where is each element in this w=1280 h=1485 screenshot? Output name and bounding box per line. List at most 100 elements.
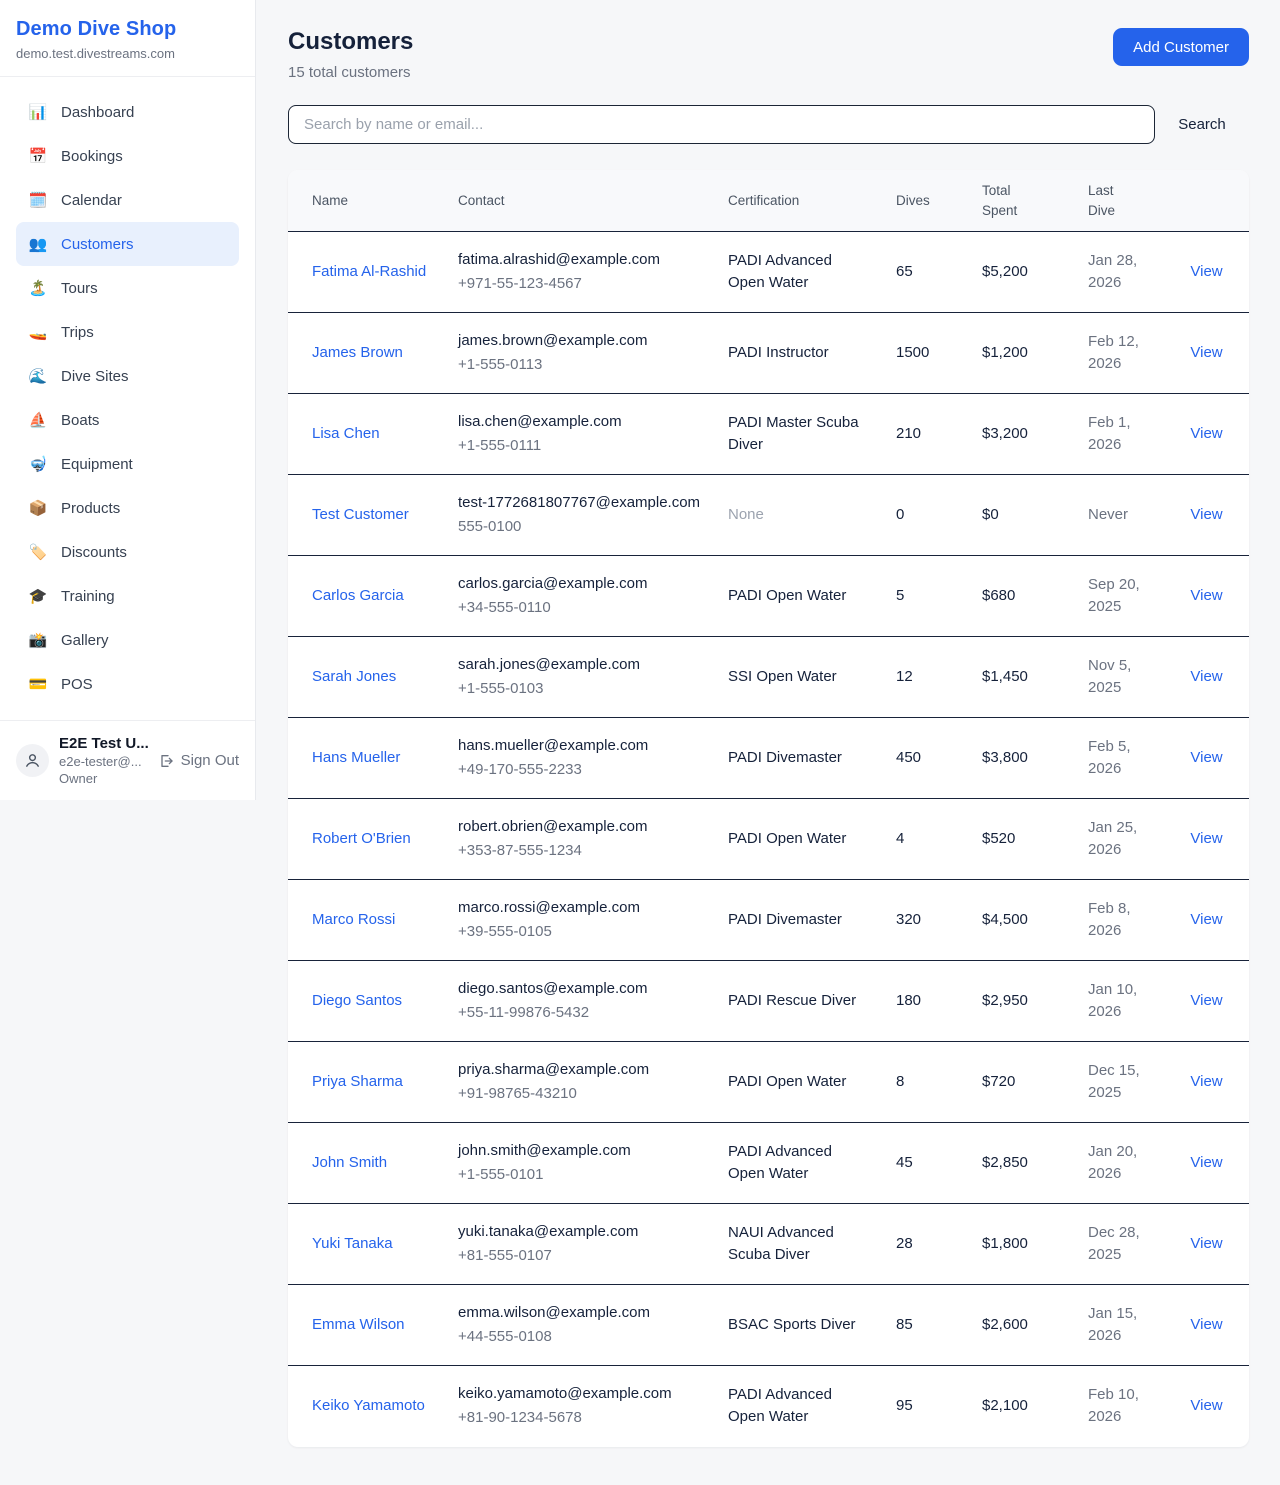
page-title: Customers: [288, 28, 413, 56]
equipment-icon: 🤿: [28, 455, 48, 473]
table-row: James Brown james.brown@example.com +1-5…: [288, 313, 1249, 394]
sidebar-item-equipment[interactable]: 🤿 Equipment: [16, 442, 239, 486]
customer-dives: 95: [884, 1366, 970, 1447]
sidebar-item-calendar[interactable]: 🗓️ Calendar: [16, 178, 239, 222]
customer-dives: 180: [884, 961, 970, 1042]
customer-name-link[interactable]: Robert O'Brien: [312, 830, 411, 847]
customers-icon: 👥: [28, 235, 48, 253]
sidebar-header: Demo Dive Shop demo.test.divestreams.com: [0, 0, 255, 77]
user-meta: E2E Test U... e2e-tester@... Owner: [59, 735, 148, 786]
sidebar-item-label: Boats: [61, 412, 99, 429]
view-link[interactable]: View: [1190, 587, 1222, 604]
view-link[interactable]: View: [1190, 344, 1222, 361]
customer-name-link[interactable]: John Smith: [312, 1154, 387, 1171]
search-button[interactable]: Search: [1155, 116, 1249, 133]
customer-name-link[interactable]: Fatima Al-Rashid: [312, 263, 426, 280]
search-bar: Search: [288, 105, 1249, 144]
sidebar-item-trips[interactable]: 🚤 Trips: [16, 310, 239, 354]
customer-certification: PADI Divemaster: [716, 880, 884, 961]
customer-email: emma.wilson@example.com: [458, 1302, 704, 1325]
customer-name-link[interactable]: Keiko Yamamoto: [312, 1397, 425, 1414]
sidebar-item-boats[interactable]: ⛵ Boats: [16, 398, 239, 442]
customer-phone: +55-11-99876-5432: [458, 1002, 704, 1025]
column-header-certification: Certification: [716, 170, 884, 232]
view-link[interactable]: View: [1190, 668, 1222, 685]
column-header-last-dive: Last Dive: [1076, 170, 1164, 232]
customer-email: marco.rossi@example.com: [458, 897, 704, 920]
customer-total-spent: $1,200: [970, 313, 1076, 394]
sidebar-item-training[interactable]: 🎓 Training: [16, 574, 239, 618]
customer-name-link[interactable]: Hans Mueller: [312, 749, 400, 766]
customer-total-spent: $0: [970, 475, 1076, 556]
customer-name-link[interactable]: Diego Santos: [312, 992, 402, 1009]
add-customer-button[interactable]: Add Customer: [1113, 28, 1249, 66]
customer-phone: +353-87-555-1234: [458, 840, 704, 863]
sidebar-item-tours[interactable]: 🏝️ Tours: [16, 266, 239, 310]
customer-name-link[interactable]: James Brown: [312, 344, 403, 361]
view-link[interactable]: View: [1190, 263, 1222, 280]
sidebar-item-dive-sites[interactable]: 🌊 Dive Sites: [16, 354, 239, 398]
sign-out-label: Sign Out: [181, 752, 239, 769]
customer-name-link[interactable]: Marco Rossi: [312, 911, 395, 928]
view-link[interactable]: View: [1190, 506, 1222, 523]
view-link[interactable]: View: [1190, 1073, 1222, 1090]
customer-dives: 210: [884, 394, 970, 475]
customer-certification: PADI Advanced Open Water: [716, 1123, 884, 1204]
customer-name-link[interactable]: Test Customer: [312, 506, 409, 523]
customer-name-link[interactable]: Carlos Garcia: [312, 587, 404, 604]
customer-total-spent: $720: [970, 1042, 1076, 1123]
gallery-icon: 📸: [28, 631, 48, 649]
customer-total-spent: $1,450: [970, 637, 1076, 718]
customer-certification: PADI Advanced Open Water: [716, 232, 884, 313]
customer-name-link[interactable]: Lisa Chen: [312, 425, 380, 442]
table-row: Lisa Chen lisa.chen@example.com +1-555-0…: [288, 394, 1249, 475]
sidebar-item-bookings[interactable]: 📅 Bookings: [16, 134, 239, 178]
customer-total-spent: $3,800: [970, 718, 1076, 799]
customer-email: james.brown@example.com: [458, 330, 704, 353]
customers-table-card: Name Contact Certification Dives Total S…: [288, 170, 1249, 1447]
view-link[interactable]: View: [1190, 1154, 1222, 1171]
search-input[interactable]: [288, 105, 1155, 144]
view-link[interactable]: View: [1190, 911, 1222, 928]
sidebar-item-discounts[interactable]: 🏷️ Discounts: [16, 530, 239, 574]
view-link[interactable]: View: [1190, 830, 1222, 847]
customer-dives: 45: [884, 1123, 970, 1204]
customer-last-dive: Feb 12, 2026: [1076, 313, 1164, 394]
customer-certification: PADI Open Water: [716, 556, 884, 637]
customer-name-link[interactable]: Sarah Jones: [312, 668, 396, 685]
table-row: Fatima Al-Rashid fatima.alrashid@example…: [288, 232, 1249, 313]
sidebar-item-gallery[interactable]: 📸 Gallery: [16, 618, 239, 662]
customer-dives: 0: [884, 475, 970, 556]
customer-name-link[interactable]: Priya Sharma: [312, 1073, 403, 1090]
customer-certification: None: [716, 475, 884, 556]
calendar-icon: 🗓️: [28, 191, 48, 209]
customer-phone: +49-170-555-2233: [458, 759, 704, 782]
sidebar-item-dashboard[interactable]: 📊 Dashboard: [16, 90, 239, 134]
sidebar-item-label: Products: [61, 500, 120, 517]
customer-phone: +81-90-1234-5678: [458, 1407, 704, 1430]
view-link[interactable]: View: [1190, 1397, 1222, 1414]
view-link[interactable]: View: [1190, 1316, 1222, 1333]
customer-total-spent: $2,950: [970, 961, 1076, 1042]
sidebar-item-pos[interactable]: 💳 POS: [16, 662, 239, 706]
customer-certification: NAUI Advanced Scuba Diver: [716, 1204, 884, 1285]
customer-count: 15 total customers: [288, 64, 413, 81]
column-header-contact: Contact: [446, 170, 716, 232]
sign-out-button[interactable]: Sign Out: [158, 752, 239, 769]
customer-last-dive: Feb 8, 2026: [1076, 880, 1164, 961]
customer-name-link[interactable]: Emma Wilson: [312, 1316, 405, 1333]
products-icon: 📦: [28, 499, 48, 517]
view-link[interactable]: View: [1190, 749, 1222, 766]
customer-name-link[interactable]: Yuki Tanaka: [312, 1235, 393, 1252]
table-row: Diego Santos diego.santos@example.com +5…: [288, 961, 1249, 1042]
bookings-icon: 📅: [28, 147, 48, 165]
customer-certification: PADI Open Water: [716, 1042, 884, 1123]
sidebar-item-label: Tours: [61, 280, 98, 297]
view-link[interactable]: View: [1190, 992, 1222, 1009]
view-link[interactable]: View: [1190, 425, 1222, 442]
customer-total-spent: $2,850: [970, 1123, 1076, 1204]
customer-certification: PADI Master Scuba Diver: [716, 394, 884, 475]
sidebar-item-products[interactable]: 📦 Products: [16, 486, 239, 530]
view-link[interactable]: View: [1190, 1235, 1222, 1252]
sidebar-item-customers[interactable]: 👥 Customers: [16, 222, 239, 266]
